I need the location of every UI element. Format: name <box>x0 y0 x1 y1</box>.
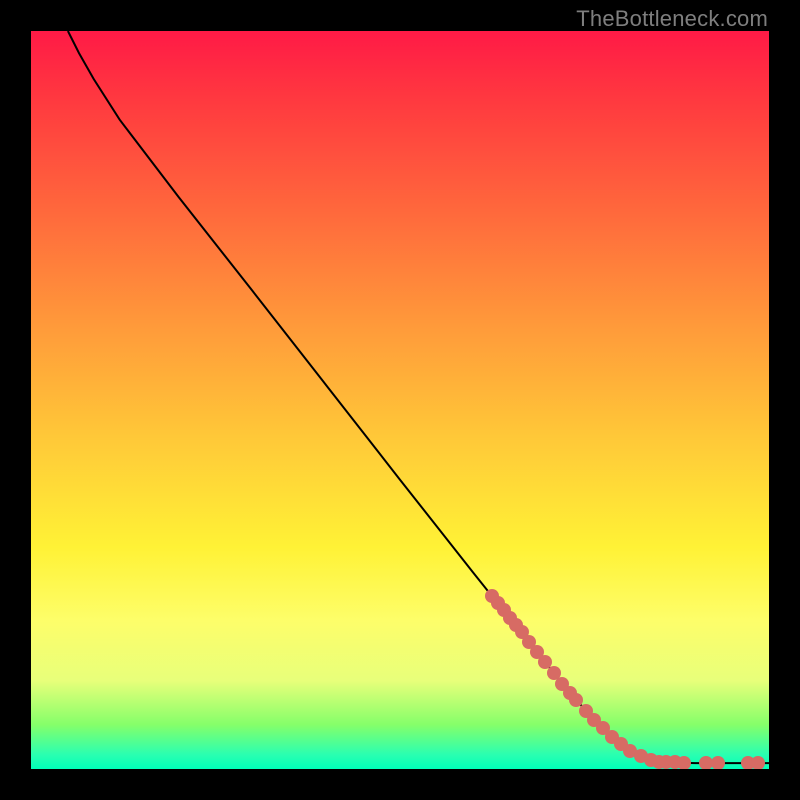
attribution-label: TheBottleneck.com <box>576 6 768 32</box>
plot-area <box>31 31 769 769</box>
data-marker <box>751 756 765 769</box>
chart-frame: TheBottleneck.com <box>0 0 800 800</box>
data-marker <box>677 756 691 769</box>
data-marker <box>711 756 725 769</box>
bottleneck-curve <box>31 31 769 769</box>
